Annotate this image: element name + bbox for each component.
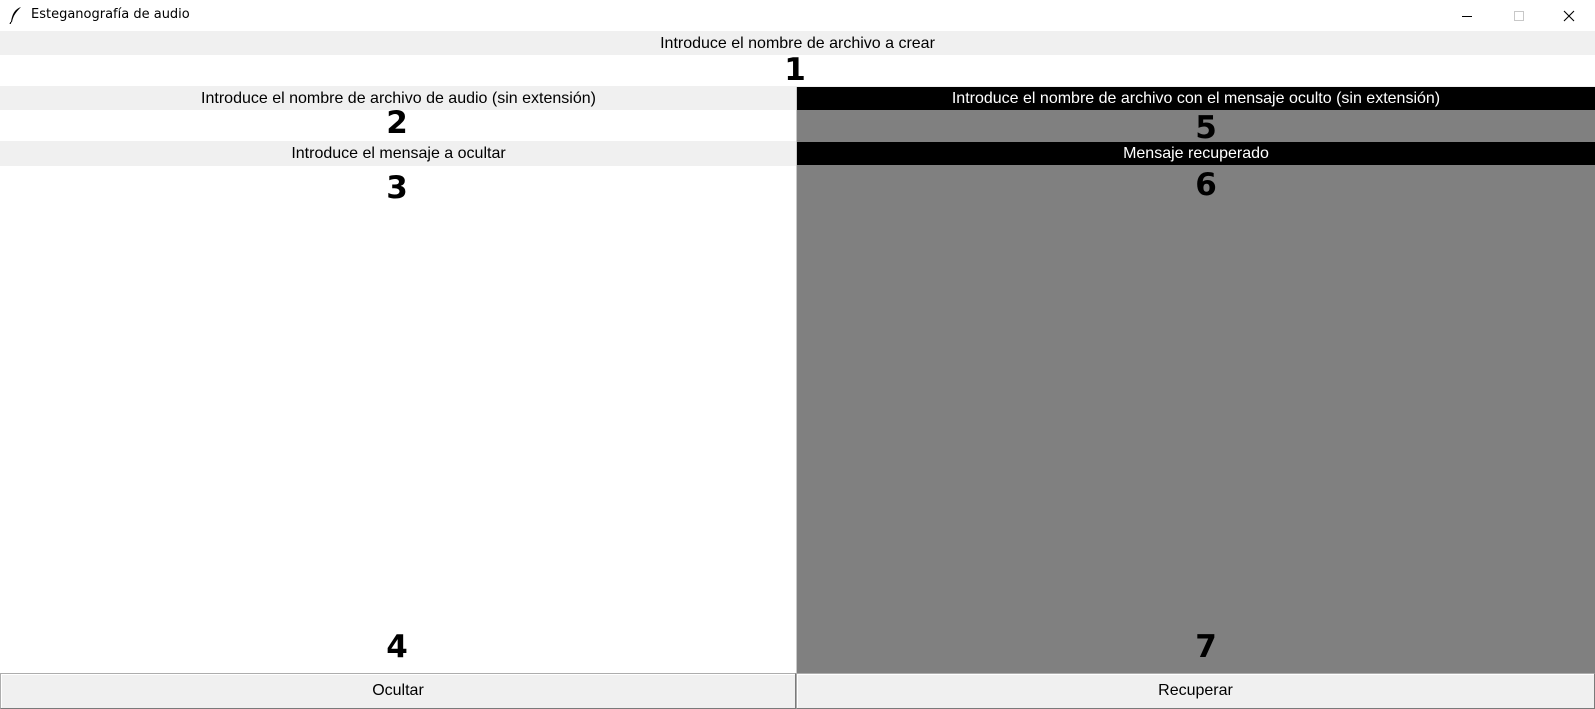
maximize-icon[interactable] (1495, 0, 1543, 31)
minimize-icon[interactable] (1443, 0, 1491, 31)
title-bar (0, 0, 1595, 31)
recovered-message-area[interactable] (797, 165, 1595, 673)
marker-2: 2 (386, 105, 408, 141)
message-textarea[interactable] (0, 166, 797, 673)
marker-3: 3 (386, 170, 408, 206)
hide-button[interactable]: Ocultar (0, 673, 796, 709)
hidden-file-label: Introduce el nombre de archivo con el me… (797, 87, 1595, 110)
marker-4: 4 (386, 629, 408, 665)
marker-1: 1 (784, 52, 806, 88)
recovered-message-label: Mensaje recuperado (797, 142, 1595, 165)
marker-5: 5 (1195, 110, 1217, 146)
close-icon[interactable] (1545, 0, 1593, 31)
feather-icon (9, 6, 23, 25)
recover-button[interactable]: Recuperar (796, 673, 1595, 709)
message-label: Introduce el mensaje a ocultar (0, 142, 797, 165)
window-title: Esteganografía de audio (31, 7, 190, 22)
marker-6: 6 (1195, 167, 1217, 203)
marker-7: 7 (1195, 629, 1217, 665)
